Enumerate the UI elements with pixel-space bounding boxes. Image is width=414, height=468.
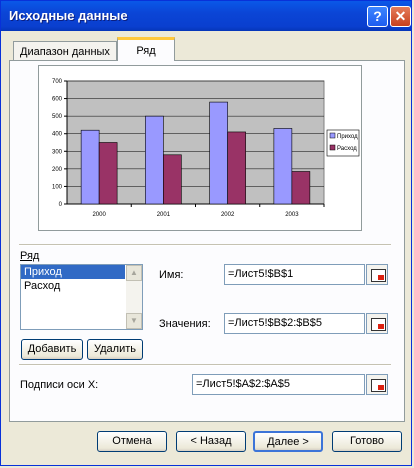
bar-expense (98, 142, 118, 205)
x-tick-label: 2000 (92, 212, 106, 218)
y-tick-label: 300 (52, 149, 63, 155)
help-icon[interactable]: ? (367, 6, 388, 27)
y-tick-label: 700 (52, 79, 63, 85)
legend-swatch (329, 132, 336, 139)
y-tick-label: 200 (52, 167, 63, 173)
y-tick-label: 0 (59, 202, 63, 208)
name-label: Имя: (159, 269, 184, 281)
next-button[interactable]: Далее > (253, 431, 323, 452)
x-axis-collapse-dialog-icon[interactable] (366, 374, 388, 395)
y-tick-label: 400 (52, 132, 63, 138)
x-tick-label: 2003 (285, 212, 299, 218)
series-group-label: Ряд (20, 250, 40, 262)
vertical-scrollbar[interactable]: ▲ ▼ (126, 265, 142, 329)
y-tick-label: 100 (52, 184, 63, 190)
close-icon[interactable]: ✕ (390, 6, 411, 27)
title-bar[interactable]: Исходные данные ? ✕ (1, 1, 411, 31)
cancel-button[interactable]: Отмена (97, 431, 167, 452)
x-tick-label: 2001 (157, 212, 171, 218)
x-tick-label: 2002 (221, 212, 235, 218)
finish-button[interactable]: Готово (332, 431, 402, 452)
x-axis-labels-input[interactable]: =Лист5!$A$2:$A$5 (192, 374, 365, 395)
name-input[interactable]: =Лист5!$B$1 (224, 264, 365, 285)
legend-label: Приход (337, 134, 358, 140)
bar-expense (227, 131, 246, 205)
bar-income (80, 129, 100, 205)
scroll-down-icon[interactable]: ▼ (126, 313, 142, 329)
bar-expense (163, 154, 182, 205)
name-collapse-dialog-icon[interactable] (366, 264, 388, 285)
add-series-button[interactable]: Добавить (21, 339, 83, 360)
legend-swatch (329, 144, 336, 151)
bar-income (145, 115, 164, 205)
separator (19, 364, 391, 366)
legend-label: Расход (337, 146, 357, 152)
chart-svg: 0 100 200 300 400 500 600 700 2000 2001 2002 2003 Пр… (52, 79, 360, 218)
values-collapse-dialog-icon[interactable] (366, 313, 388, 334)
remove-series-button[interactable]: Удалить (87, 339, 143, 360)
bar-income (273, 128, 293, 205)
separator (19, 244, 391, 246)
tab-data-range[interactable]: Диапазон данных (13, 41, 117, 61)
chart-preview: 0 100 200 300 400 500 600 700 2000 2001 2002 2003 Пр… (38, 65, 362, 231)
scroll-up-icon[interactable]: ▲ (126, 265, 142, 281)
window-title: Исходные данные (9, 8, 128, 23)
tab-series[interactable]: Ряд (117, 37, 175, 61)
series-listbox[interactable]: Приход Расход ▲ ▼ (20, 264, 143, 330)
list-item-expense[interactable]: Расход (21, 279, 125, 293)
y-tick-label: 500 (52, 114, 63, 120)
y-tick-label: 600 (52, 97, 63, 103)
list-item-income[interactable]: Приход (21, 265, 125, 279)
values-input[interactable]: =Лист5!$B$2:$B$5 (224, 313, 365, 334)
back-button[interactable]: < Назад (176, 431, 246, 452)
bar-expense (291, 171, 311, 205)
bar-income (209, 101, 228, 205)
dialog-window: Исходные данные ? ✕ Диапазон данных Ряд … (0, 0, 412, 466)
x-axis-labels-label: Подписи оси X: (20, 379, 99, 391)
values-label: Значения: (159, 318, 211, 330)
